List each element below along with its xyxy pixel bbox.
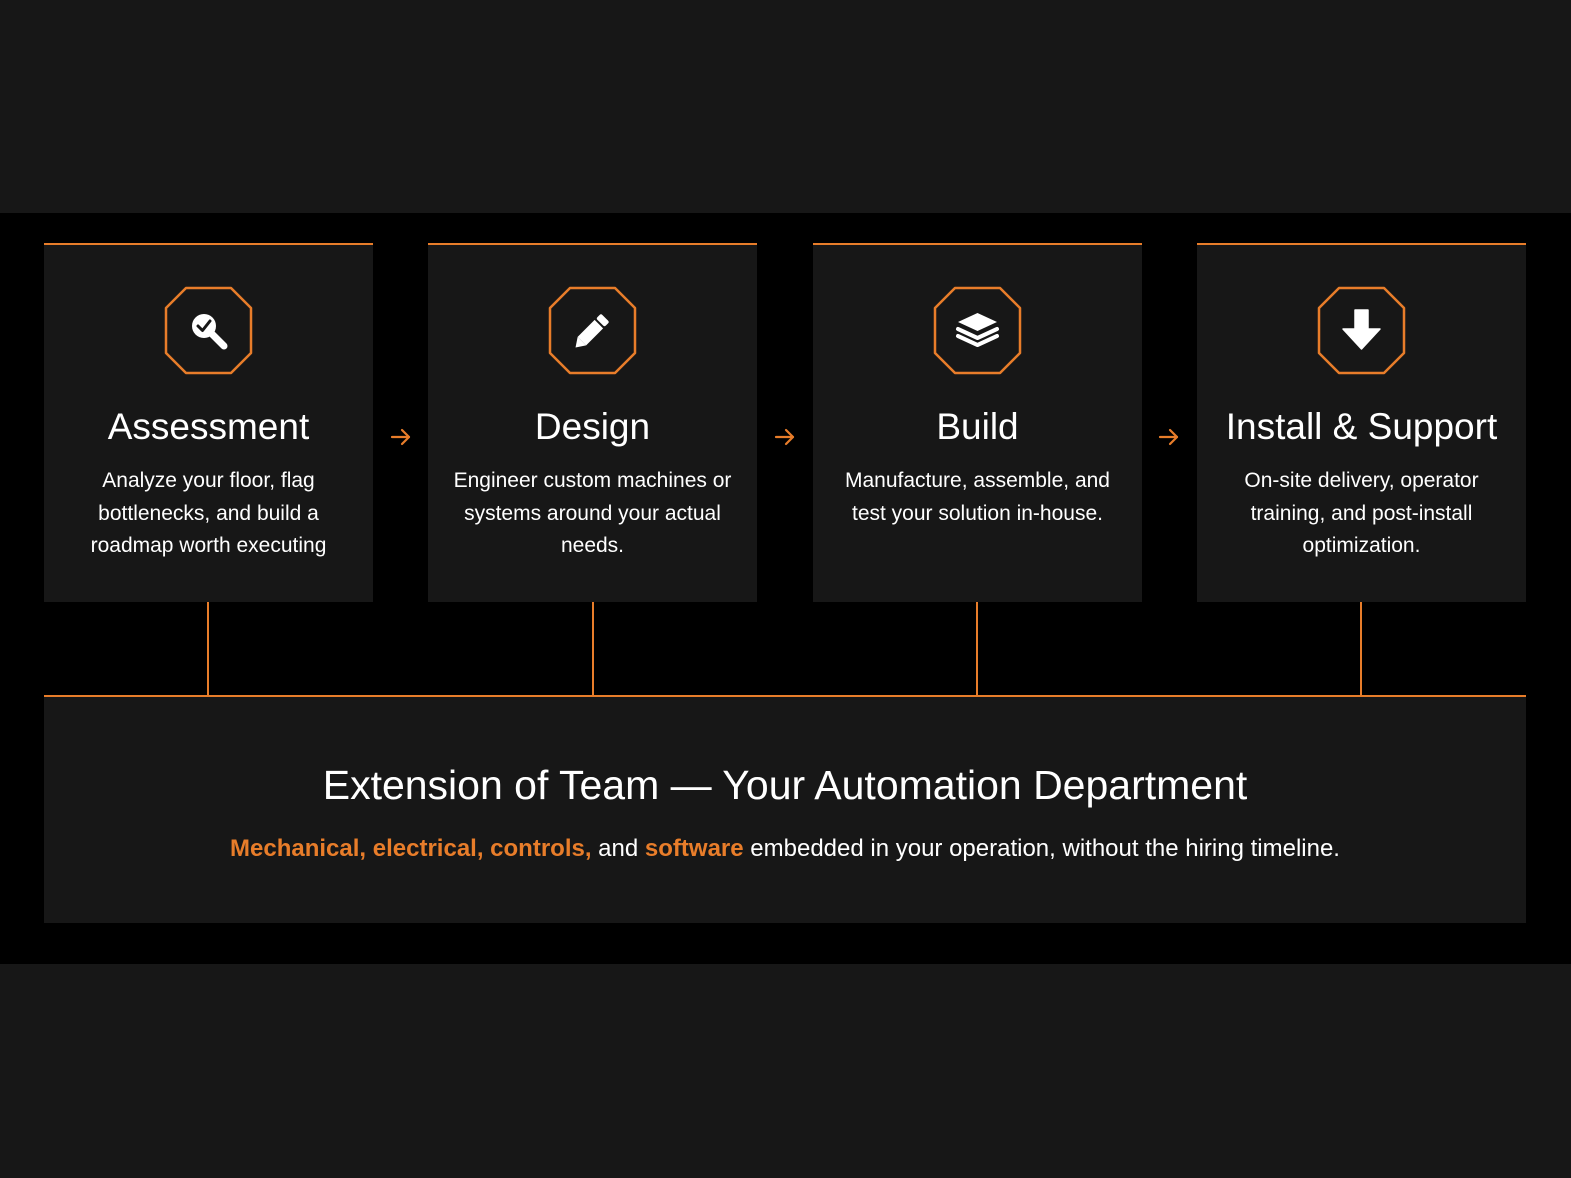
layers-icon <box>933 286 1022 375</box>
team-panel-title: Extension of Team — Your Automation Depa… <box>322 762 1248 808</box>
step-title: Assessment <box>107 406 310 447</box>
team-panel: Extension of Team — Your Automation Depa… <box>44 695 1526 923</box>
step-title: Build <box>936 406 1019 447</box>
connector-line <box>207 602 209 696</box>
subtitle-text: embedded in your operation, without the … <box>743 835 1340 862</box>
team-panel-subtitle: Mechanical, electrical, controls, and so… <box>44 833 1526 865</box>
arrow-right-icon <box>772 425 798 449</box>
subtitle-text: and <box>591 835 645 862</box>
pencil-icon <box>548 286 637 375</box>
step-card-assessment: Assessment Analyze your floor, flag bott… <box>44 243 373 602</box>
connector-line <box>1360 602 1362 696</box>
arrow-right-icon <box>1156 425 1182 449</box>
step-title: Design <box>534 406 651 447</box>
step-card-build: Build Manufacture, assemble, and test yo… <box>813 243 1142 602</box>
magnifier-check-icon <box>164 286 253 375</box>
arrow-down-icon <box>1317 286 1406 375</box>
step-card-install-support: Install & Support On-site delivery, oper… <box>1197 243 1526 602</box>
step-card-design: Design Engineer custom machines or syste… <box>428 243 757 602</box>
arrow-right-icon <box>388 425 414 449</box>
highlight-software: software <box>644 835 744 862</box>
step-description: On-site delivery, operator training, and… <box>1244 469 1479 557</box>
step-description: Analyze your floor, flag bottlenecks, an… <box>90 469 327 557</box>
step-title: Install & Support <box>1225 406 1498 447</box>
connector-line <box>976 602 978 696</box>
step-description: Engineer custom machines or systems arou… <box>453 469 732 557</box>
step-description: Manufacture, assemble, and test your sol… <box>845 469 1110 525</box>
connector-line <box>592 602 594 696</box>
highlight-disciplines: Mechanical, electrical, controls, <box>230 835 592 862</box>
